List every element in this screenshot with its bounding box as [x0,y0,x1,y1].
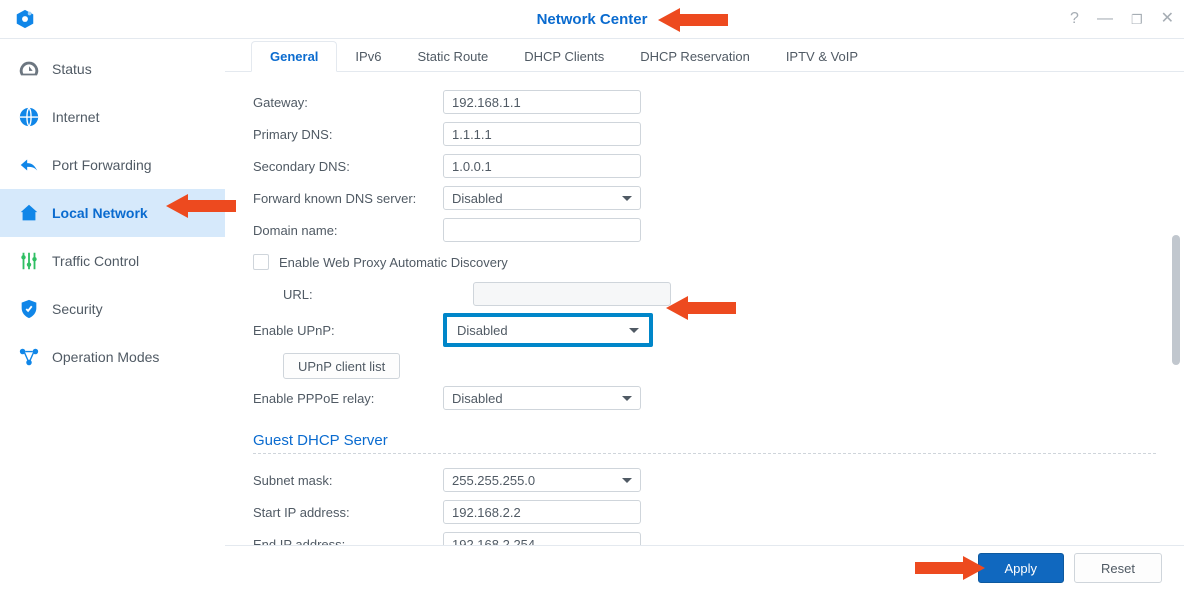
tab-ipv6[interactable]: IPv6 [337,42,399,71]
sliders-icon [18,250,40,272]
pppoe-label: Enable PPPoE relay: [253,391,443,406]
chevron-down-icon [629,328,639,333]
tab-static-route[interactable]: Static Route [399,42,506,71]
main-panel: General IPv6 Static Route DHCP Clients D… [225,39,1184,589]
forward-dns-select[interactable]: Disabled [443,186,641,210]
subnet-label: Subnet mask: [253,473,443,488]
sidebar: Status Internet Port Forwarding Local Ne… [0,39,225,589]
footer: Apply Reset [225,545,1184,589]
sidebar-item-label: Traffic Control [52,253,139,269]
upnp-select[interactable]: Disabled [443,313,653,347]
maximize-icon[interactable]: ❐ [1131,13,1143,26]
pppoe-value: Disabled [452,391,503,406]
reset-button[interactable]: Reset [1074,553,1162,583]
close-icon[interactable]: ✕ [1161,11,1174,27]
upnp-value: Disabled [457,323,508,338]
tab-iptv-voip[interactable]: IPTV & VoIP [768,42,876,71]
secondary-dns-label: Secondary DNS: [253,159,443,174]
sidebar-item-traffic-control[interactable]: Traffic Control [0,237,225,285]
forward-dns-value: Disabled [452,191,503,206]
tab-general[interactable]: General [251,41,337,72]
forward-icon [18,154,40,176]
sidebar-item-internet[interactable]: Internet [0,93,225,141]
gateway-input[interactable] [443,90,641,114]
sidebar-item-security[interactable]: Security [0,285,225,333]
sidebar-item-port-forwarding[interactable]: Port Forwarding [0,141,225,189]
tabs: General IPv6 Static Route DHCP Clients D… [225,39,1184,72]
gateway-label: Gateway: [253,95,443,110]
start-ip-label: Start IP address: [253,505,443,520]
app-icon [14,8,36,30]
chevron-down-icon [622,196,632,201]
nodes-icon [18,346,40,368]
chevron-down-icon [622,478,632,483]
pppoe-select[interactable]: Disabled [443,386,641,410]
gauge-icon [18,58,40,80]
home-network-icon [18,202,40,224]
forward-dns-label: Forward known DNS server: [253,191,443,206]
start-ip-input[interactable] [443,500,641,524]
shield-icon [18,298,40,320]
sidebar-item-label: Status [52,61,92,77]
sidebar-item-label: Local Network [52,205,148,221]
subnet-select[interactable]: 255.255.255.0 [443,468,641,492]
sidebar-item-local-network[interactable]: Local Network [0,189,225,237]
domain-name-input[interactable] [443,218,641,242]
wpad-checkbox[interactable] [253,254,269,270]
domain-name-label: Domain name: [253,223,443,238]
tab-dhcp-reservation[interactable]: DHCP Reservation [622,42,768,71]
minimize-icon[interactable]: — [1097,11,1113,27]
sidebar-item-label: Internet [52,109,99,125]
titlebar: Network Center ? — ❐ ✕ [0,0,1184,39]
help-icon[interactable]: ? [1070,11,1079,27]
sidebar-item-label: Port Forwarding [52,157,152,173]
tab-dhcp-clients[interactable]: DHCP Clients [506,42,622,71]
primary-dns-input[interactable] [443,122,641,146]
secondary-dns-input[interactable] [443,154,641,178]
apply-button[interactable]: Apply [978,553,1065,583]
window-title: Network Center [537,11,648,28]
wpad-label: Enable Web Proxy Automatic Discovery [279,255,508,270]
url-input [473,282,671,306]
section-divider [253,453,1156,454]
sidebar-item-label: Operation Modes [52,349,159,365]
upnp-client-list-button[interactable]: UPnP client list [283,353,400,379]
upnp-list-cell: UPnP client list [253,353,473,379]
url-label: URL: [253,287,473,302]
upnp-label: Enable UPnP: [253,323,443,338]
scrollbar[interactable] [1172,235,1180,365]
sidebar-item-label: Security [52,301,103,317]
content: Gateway: Primary DNS: Secondary DNS: For… [225,72,1184,589]
guest-dhcp-header: Guest DHCP Server [253,432,1156,449]
subnet-value: 255.255.255.0 [452,473,535,488]
globe-icon [18,106,40,128]
chevron-down-icon [622,396,632,401]
sidebar-item-operation-modes[interactable]: Operation Modes [0,333,225,381]
primary-dns-label: Primary DNS: [253,127,443,142]
sidebar-item-status[interactable]: Status [0,45,225,93]
